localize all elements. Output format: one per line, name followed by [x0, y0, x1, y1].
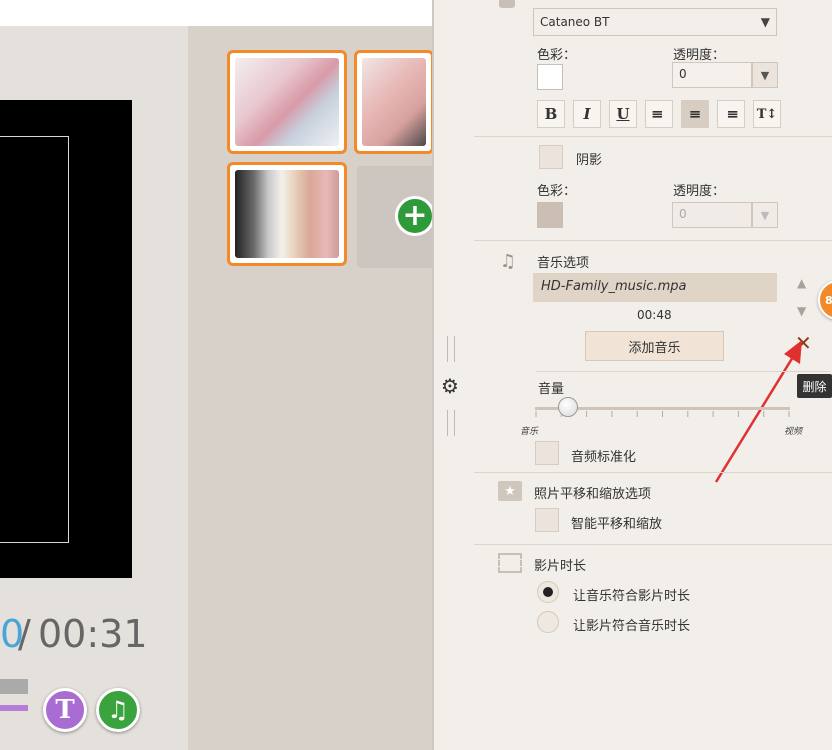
align-right-icon: ≡	[726, 105, 739, 123]
volume-slider-thumb[interactable]	[558, 397, 579, 417]
shadow-opacity-label: 透明度：	[673, 184, 726, 199]
font-name: Cataneo BT	[540, 15, 610, 29]
fit-movie-radio[interactable]	[537, 611, 559, 633]
add-text-button[interactable]: T	[43, 688, 87, 732]
splitter-grip-bottom[interactable]	[447, 410, 455, 436]
underline-button[interactable]: U	[609, 100, 637, 128]
fit-music-label: 让音乐符合影片时长	[573, 589, 691, 604]
pan-zoom-section-title: 照片平移和缩放选项	[534, 487, 652, 502]
italic-button[interactable]: I	[573, 100, 601, 128]
photo-thumbnail[interactable]	[227, 162, 347, 266]
shadow-label: 阴影	[576, 153, 603, 168]
gear-icon[interactable]: ⚙	[441, 374, 459, 398]
text-opacity-input[interactable]: 0	[672, 62, 752, 88]
divider	[474, 240, 832, 241]
normalize-label: 音频标准化	[571, 450, 637, 465]
text-track	[0, 705, 28, 711]
film-icon	[498, 553, 522, 573]
volume-label: 音量	[538, 382, 565, 397]
slider-right-label: 视频	[784, 427, 803, 437]
move-up-icon[interactable]: ▲	[797, 276, 806, 290]
splitter-grip-top[interactable]	[447, 336, 455, 362]
photo-pan-icon: ★	[498, 481, 522, 501]
shadow-opacity-input[interactable]: 0	[672, 202, 752, 228]
radio-selected-dot	[543, 587, 553, 597]
align-left-button[interactable]: ≡	[645, 100, 673, 128]
add-photo-button[interactable]: +	[395, 196, 435, 236]
text-size-button[interactable]: T↕	[753, 100, 781, 128]
music-note-icon: ♫	[499, 250, 517, 272]
photo-thumbnail[interactable]	[354, 50, 434, 154]
opacity-dropdown-button[interactable]: ▼	[752, 62, 778, 88]
top-strip	[0, 0, 432, 26]
bold-button[interactable]: B	[537, 100, 565, 128]
divider	[474, 472, 832, 473]
text-color-swatch[interactable]	[537, 64, 563, 90]
smart-pan-checkbox[interactable]	[535, 508, 559, 532]
add-music-tool-button[interactable]: ♫	[96, 688, 140, 732]
badge-text: 8	[825, 293, 832, 307]
music-note-icon: ♫	[107, 696, 129, 724]
text-color-label: 色彩：	[537, 48, 577, 63]
text-style-icon	[499, 0, 515, 8]
time-total: 00:31	[38, 612, 148, 656]
text-icon: T	[55, 695, 75, 725]
align-left-icon: ≡	[651, 105, 664, 123]
slider-left-label: 音乐	[520, 427, 539, 437]
photo-image	[235, 58, 339, 146]
plus-icon: +	[402, 198, 428, 233]
timeline-track	[0, 679, 28, 694]
divider	[536, 371, 830, 372]
italic-icon: I	[583, 105, 591, 123]
font-select[interactable]: Cataneo BT ▼	[533, 8, 777, 36]
underline-icon: U	[616, 105, 630, 123]
move-down-icon[interactable]: ▼	[797, 304, 806, 318]
normalize-checkbox[interactable]	[535, 441, 559, 465]
divider	[474, 544, 832, 545]
duration-section-title: 影片时长	[534, 559, 587, 574]
preview-safe-frame	[0, 136, 69, 543]
chevron-down-icon: ▼	[760, 15, 770, 29]
fit-music-radio[interactable]	[537, 581, 559, 603]
time-separator: /	[18, 612, 31, 656]
chevron-down-icon: ▼	[760, 208, 770, 222]
bold-icon: B	[544, 105, 558, 123]
music-duration: 00:48	[637, 308, 672, 322]
shadow-checkbox[interactable]	[539, 145, 563, 169]
fit-movie-label: 让影片符合音乐时长	[573, 619, 691, 634]
shadow-color-label: 色彩：	[537, 184, 577, 199]
annotation-arrow	[714, 340, 802, 483]
arrow-head	[784, 340, 802, 364]
divider	[474, 136, 832, 137]
align-center-button[interactable]: ≡	[681, 100, 709, 128]
chevron-down-icon: ▼	[760, 68, 770, 82]
shadow-color-swatch[interactable]	[537, 202, 563, 228]
text-opacity-label: 透明度：	[673, 48, 726, 63]
text-size-icon: T↕	[756, 106, 778, 122]
music-file-item[interactable]: HD-Family_music.mpa	[533, 273, 777, 302]
shadow-opacity-dropdown[interactable]: ▼	[752, 202, 778, 228]
photo-image	[362, 58, 426, 146]
music-section-title: 音乐选项	[537, 256, 590, 271]
align-center-icon: ≡	[688, 105, 702, 123]
smart-pan-label: 智能平移和缩放	[571, 517, 663, 532]
photo-image	[235, 170, 339, 258]
align-right-button[interactable]: ≡	[717, 100, 745, 128]
photo-thumbnail[interactable]	[227, 50, 347, 154]
